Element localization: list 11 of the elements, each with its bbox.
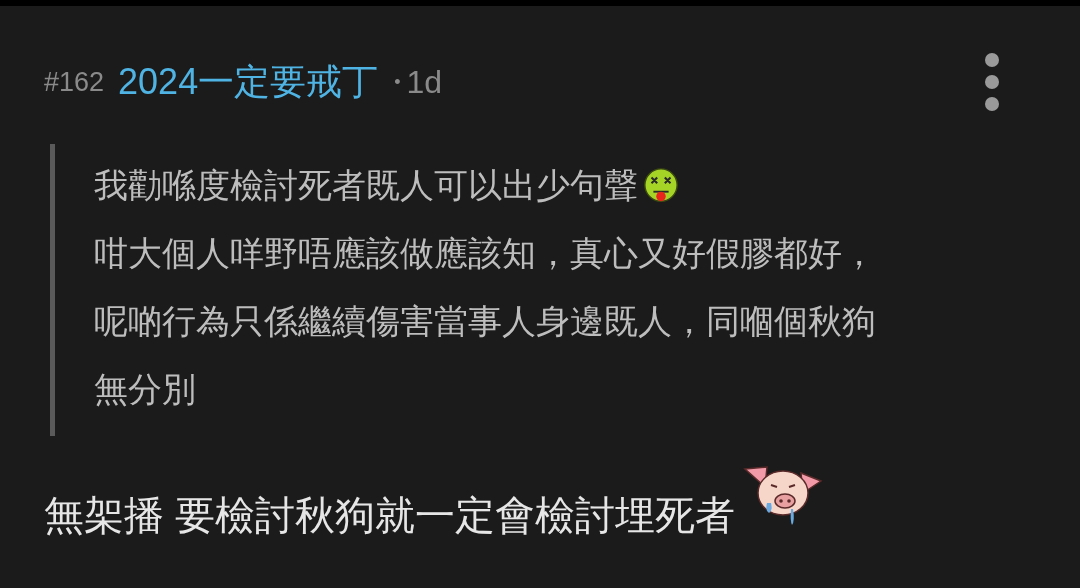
quote-text-line: 咁大個人咩野唔應該做應該知，真心又好假膠都好，	[94, 233, 876, 274]
username-link[interactable]: 2024一定要戒丁	[118, 57, 379, 107]
quote-text-line: 呢啲行為只係繼續傷害當事人身邊既人，同嗰個秋狗	[94, 301, 876, 342]
quote-text-line: 我勸喺度檢討死者既人可以出少句聲	[94, 165, 638, 206]
sick-face-icon	[642, 167, 680, 205]
post-number: #162	[44, 66, 105, 98]
post-time: 1d	[406, 63, 443, 101]
separator-dot: •	[394, 71, 401, 93]
reply-text: 無架播 要檢討秋狗就一定會檢討埋死者	[44, 492, 736, 539]
more-options-icon[interactable]	[984, 52, 1000, 112]
quote-text-line: 無分別	[94, 369, 196, 410]
